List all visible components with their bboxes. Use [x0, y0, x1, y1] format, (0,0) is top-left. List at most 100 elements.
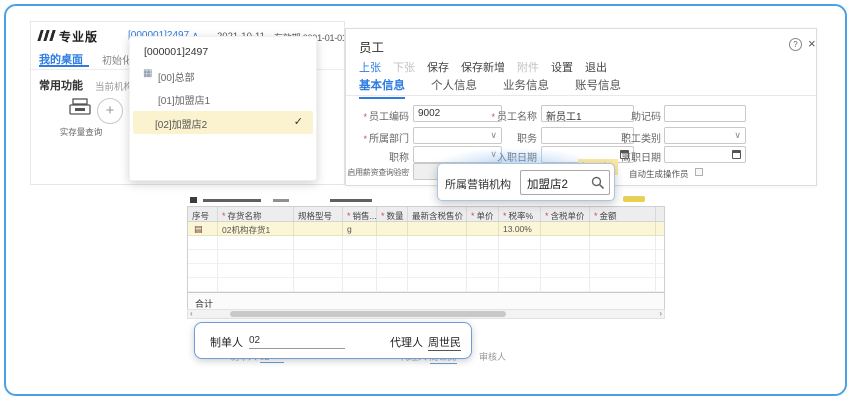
required-asterisk: *: [363, 134, 367, 144]
required-asterisk: *: [491, 112, 495, 122]
window-title: 员工: [359, 37, 384, 56]
org-dropdown-account: [000001]2497: [144, 46, 208, 58]
row-detail-icon: ▤: [188, 222, 218, 235]
auto-operator-label: 自动生成操作员: [629, 168, 689, 180]
callout-agent-input[interactable]: 周世民: [428, 334, 461, 351]
table-row-empty[interactable]: [188, 236, 664, 250]
active-tab-underline: [39, 65, 89, 67]
col-header-amount: *金额: [590, 207, 656, 221]
close-icon[interactable]: ×: [808, 36, 816, 51]
cell-amount[interactable]: [590, 222, 656, 235]
employee-toolbar: 上张 下张 保存 保存新增 附件 设置 退出: [359, 59, 607, 75]
remnant-glyph: [330, 199, 372, 202]
popup-marketing-org-value: 加盟店2: [527, 176, 568, 192]
help-icon[interactable]: ?: [789, 38, 802, 51]
org-dropdown-panel: [000001]2497 ▦ [00]总部 [01]加盟店1 [02]加盟店2 …: [129, 36, 317, 181]
chevron-down-icon: ∨: [734, 130, 741, 141]
toolbar-attachment-button[interactable]: 附件: [517, 59, 539, 75]
horizontal-scrollbar[interactable]: ‹ ›: [187, 309, 665, 319]
toolbar-settings-button[interactable]: 设置: [551, 59, 573, 75]
col-header-tax-rate: *税率%: [499, 207, 541, 221]
toolbar-next-button[interactable]: 下张: [393, 59, 415, 75]
toolbar-prev-button[interactable]: 上张: [359, 59, 381, 75]
inventory-grid: 序号 *存货名称 规格型号 *销售... *数量 最新含税售价 *单价 *税率%…: [187, 206, 665, 311]
mnemonic-field[interactable]: [664, 105, 746, 122]
col-header-index: 序号: [188, 207, 218, 221]
remnant-highlight: [623, 196, 645, 202]
emp-name-label: *员工名称: [441, 108, 537, 123]
toolbar-save-button[interactable]: 保存: [427, 59, 449, 75]
checkmark-icon: ✓: [294, 115, 303, 128]
leave-date-field[interactable]: [664, 146, 746, 163]
popup-marketing-org-label: 所属营销机构: [445, 176, 511, 192]
org-item-store1[interactable]: [01]加盟店1: [158, 92, 210, 107]
toolbar-exit-button[interactable]: 退出: [585, 59, 607, 75]
add-shortcut-button[interactable]: +: [97, 98, 123, 124]
callout-maker-input[interactable]: 02: [249, 335, 345, 349]
cell-tax-rate[interactable]: 13.00%: [499, 222, 541, 235]
col-header-qty: *数量: [377, 207, 408, 221]
required-asterisk: *: [347, 211, 351, 221]
emp-name-value: 新员工1: [546, 108, 582, 123]
app-logo-text: 专业版: [59, 28, 98, 45]
org-item-headquarters[interactable]: [00]总部: [158, 69, 195, 84]
salary-verify-label: 启用薪资查询验密: [346, 167, 409, 178]
category-label: 职工类别: [578, 130, 661, 145]
cell-item-name[interactable]: 02机构存货1: [218, 222, 294, 235]
required-asterisk: *: [545, 211, 549, 221]
col-header-spec: 规格型号: [294, 207, 343, 221]
magnifier-icon[interactable]: [591, 176, 605, 190]
cell-tax-price[interactable]: [541, 222, 590, 235]
remnant-glyph: [273, 199, 289, 202]
table-row-empty[interactable]: [188, 278, 664, 292]
cell-unit-price[interactable]: [467, 222, 499, 235]
duty-label: 职务: [441, 130, 537, 145]
app-logo-icon: [37, 30, 57, 41]
footer-auditor: 审核人: [479, 350, 506, 363]
col-header-unit-price: *单价: [467, 207, 499, 221]
tab-initialization[interactable]: 初始化: [102, 52, 132, 67]
required-asterisk: *: [594, 211, 598, 221]
col-header-latest-price: 最新含税售价: [408, 207, 467, 221]
calendar-icon: [732, 150, 741, 159]
org-item-store2-label: [02]加盟店2: [155, 116, 207, 131]
table-row-empty[interactable]: [188, 264, 664, 278]
table-total-row: 合计: [188, 292, 664, 310]
cell-spec[interactable]: [294, 222, 343, 235]
maker-callout: 制单人 02 代理人 周世民: [194, 322, 472, 359]
popup-marketing-org-input[interactable]: 加盟店2: [520, 170, 610, 195]
scroll-left-arrow[interactable]: ‹: [190, 309, 193, 318]
category-select[interactable]: ∨: [664, 127, 746, 144]
remnant-glyph: [203, 199, 261, 202]
callout-agent-label: 代理人: [390, 334, 423, 350]
auto-operator-checkbox[interactable]: [695, 168, 703, 176]
toolbar-save-new-button[interactable]: 保存新增: [461, 59, 505, 75]
current-org-label: 当前机构: [95, 79, 133, 93]
cell-latest-price[interactable]: [408, 222, 467, 235]
printer-icon: [67, 98, 93, 118]
table-header-row: 序号 *存货名称 规格型号 *销售... *数量 最新含税售价 *单价 *税率%…: [188, 207, 664, 222]
required-asterisk: *: [471, 211, 475, 221]
required-asterisk: *: [363, 112, 367, 122]
scroll-right-arrow[interactable]: ›: [659, 309, 662, 318]
mnemonic-label: 助记码: [578, 108, 661, 123]
org-item-store2-selected[interactable]: [02]加盟店2 ✓: [133, 111, 313, 134]
shortcut-label: 实存量查询: [45, 126, 117, 138]
table-row-selected[interactable]: ▤ 02机构存货1 g 13.00%: [188, 222, 664, 236]
cell-qty[interactable]: [377, 222, 408, 235]
col-header-item-name: *存货名称: [218, 207, 294, 221]
scrollbar-thumb[interactable]: [230, 311, 506, 317]
marketing-org-popup: 所属营销机构 加盟店2: [437, 163, 615, 201]
col-header-sales: *销售...: [343, 207, 377, 221]
dept-label: *所属部门: [346, 130, 409, 145]
required-asterisk: *: [381, 211, 385, 221]
title-label: 职称: [346, 149, 409, 164]
common-functions-title: 常用功能: [39, 77, 83, 93]
table-row-empty[interactable]: [188, 250, 664, 264]
col-header-tax-price: *含税单价: [541, 207, 590, 221]
required-asterisk: *: [222, 211, 226, 221]
cell-sales[interactable]: g: [343, 222, 377, 235]
remnant-glyph: [190, 197, 197, 203]
tabs-divider: [346, 95, 816, 96]
callout-maker-label: 制单人: [210, 334, 243, 350]
